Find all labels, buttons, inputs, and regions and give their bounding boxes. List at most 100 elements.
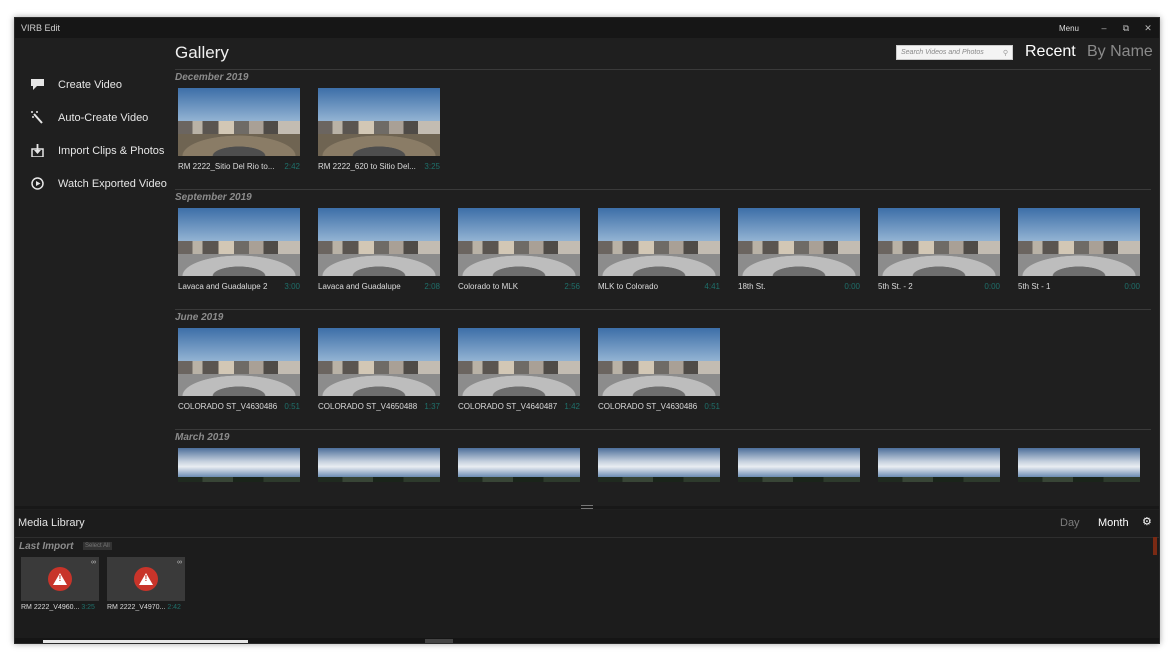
view-month-button[interactable]: Month <box>1098 517 1129 529</box>
import-icon <box>29 143 45 159</box>
sidebar-item-auto-create-video[interactable]: Auto-Create Video <box>15 101 173 134</box>
gallery-item[interactable]: Colorado to MLK 2:56 <box>458 208 580 291</box>
section-label: March 2019 <box>175 432 230 443</box>
menu-button[interactable]: Menu <box>1059 24 1079 33</box>
search-placeholder: Search Videos and Photos <box>901 49 984 56</box>
item-name: RM 2222_620 to Sitio Del... <box>318 162 416 171</box>
item-name: MLK to Colorado <box>598 282 659 291</box>
item-duration: 1:37 <box>424 402 440 411</box>
sidebar-item-label: Create Video <box>58 78 123 91</box>
item-name: Lavaca and Guadalupe <box>318 282 401 291</box>
page-title: Gallery <box>175 43 229 62</box>
last-import-label: Last Import <box>19 541 74 552</box>
gallery-item[interactable]: Lavaca and Guadalupe 2:08 <box>318 208 440 291</box>
gallery-item[interactable] <box>878 448 1000 482</box>
warning-icon: ! <box>48 567 72 591</box>
gallery-item[interactable]: Lavaca and Guadalupe 2 3:00 <box>178 208 300 291</box>
gallery-item[interactable] <box>1018 448 1140 482</box>
play-circle-icon <box>29 176 45 192</box>
gallery-item[interactable] <box>318 448 440 482</box>
item-name: 5th St. - 2 <box>878 282 913 291</box>
360-icon: ∞ <box>177 559 182 566</box>
sidebar-item-label: Watch Exported Video <box>58 177 167 190</box>
scroll-thumb[interactable] <box>425 639 453 643</box>
video-thumbnail <box>458 448 580 482</box>
gallery-item[interactable]: MLK to Colorado 4:41 <box>598 208 720 291</box>
sidebar-item-create-video[interactable]: Create Video <box>15 68 173 101</box>
gallery-item[interactable]: RM 2222_Sitio Del Rio to... 2:42 <box>178 88 300 171</box>
item-duration: 0:51 <box>284 402 300 411</box>
media-library-title: Media Library <box>18 517 85 529</box>
item-name: 5th St - 1 <box>1018 282 1051 291</box>
gallery-item[interactable]: COLORADO ST_V4630486 0:51 <box>178 328 300 411</box>
magic-wand-icon <box>29 110 45 126</box>
sidebar-item-import-clips[interactable]: Import Clips & Photos <box>15 134 173 167</box>
gallery-item[interactable] <box>598 448 720 482</box>
item-duration: 0:00 <box>1124 282 1140 291</box>
video-thumbnail <box>318 448 440 482</box>
divider <box>175 69 1151 70</box>
video-thumbnail <box>178 328 300 396</box>
gallery-item[interactable] <box>458 448 580 482</box>
item-name: COLORADO ST_V4630486 <box>178 402 278 411</box>
video-thumbnail <box>178 88 300 156</box>
item-duration: 3:00 <box>284 282 300 291</box>
scroll-track[interactable] <box>43 640 248 643</box>
search-icon[interactable]: ⚲ <box>1003 49 1008 57</box>
media-library-item[interactable]: ! ∞ RM 2222_V4960... 3:25 <box>21 557 99 611</box>
item-duration: 0:00 <box>844 282 860 291</box>
divider <box>175 429 1151 430</box>
video-thumbnail <box>598 448 720 482</box>
sort-by-name-button[interactable]: By Name <box>1087 43 1153 61</box>
gallery-item[interactable]: 5th St. - 2 0:00 <box>878 208 1000 291</box>
app-window: VIRB Edit Menu – ⧉ ✕ Create Video Auto-C… <box>14 17 1160 644</box>
gallery-item[interactable] <box>178 448 300 482</box>
gallery-item[interactable]: 5th St - 1 0:00 <box>1018 208 1140 291</box>
item-duration: 2:42 <box>167 604 181 611</box>
sort-recent-button[interactable]: Recent <box>1025 43 1076 61</box>
gallery-section-december-2019: December 2019 RM 2222_Sitio Del Rio to..… <box>175 72 1151 171</box>
gallery-item[interactable]: COLORADO ST_V4630486 0:51 <box>598 328 720 411</box>
gallery-item[interactable] <box>738 448 860 482</box>
sidebar-item-watch-exported[interactable]: Watch Exported Video <box>15 167 173 200</box>
gallery-section-march-2019: March 2019 <box>175 429 1151 482</box>
item-duration: 1:42 <box>564 402 580 411</box>
item-duration: 0:00 <box>984 282 1000 291</box>
gallery-section-june-2019: June 2019 COLORADO ST_V4630486 0:51 COLOR… <box>175 309 1151 411</box>
media-scrollbar[interactable] <box>1153 537 1157 555</box>
video-thumbnail <box>458 208 580 276</box>
gallery-item[interactable]: COLORADO ST_V4650488 1:37 <box>318 328 440 411</box>
restore-icon[interactable]: ⧉ <box>1115 23 1137 34</box>
select-all-button[interactable]: Select All <box>83 542 112 550</box>
gallery-item[interactable]: RM 2222_620 to Sitio Del... 3:25 <box>318 88 440 171</box>
video-thumbnail <box>598 208 720 276</box>
gallery-item[interactable]: 18th St. 0:00 <box>738 208 860 291</box>
item-duration: 3:25 <box>81 604 95 611</box>
video-thumbnail <box>738 208 860 276</box>
gallery-item[interactable]: COLORADO ST_V4640487 1:42 <box>458 328 580 411</box>
sidebar: Create Video Auto-Create Video Import Cl… <box>15 38 173 508</box>
video-thumbnail <box>878 208 1000 276</box>
item-name: RM 2222_Sitio Del Rio to... <box>178 162 275 171</box>
view-day-button[interactable]: Day <box>1060 517 1080 529</box>
section-label: December 2019 <box>175 72 249 83</box>
close-icon[interactable]: ✕ <box>1137 23 1159 34</box>
gallery-section-september-2019: September 2019 Lavaca and Guadalupe 2 3:0… <box>175 189 1151 291</box>
media-library-panel: Media Library Day Month ⚙ Last Import Se… <box>15 510 1159 638</box>
title-bar: VIRB Edit Menu – ⧉ ✕ <box>15 18 1159 38</box>
divider <box>175 309 1151 310</box>
media-library-item[interactable]: ! ∞ RM 2222_V4970... 2:42 <box>107 557 185 611</box>
video-thumbnail <box>458 328 580 396</box>
sidebar-item-label: Import Clips & Photos <box>58 144 165 157</box>
video-thumbnail <box>178 448 300 482</box>
resize-grip-icon[interactable] <box>581 505 593 509</box>
gear-icon[interactable]: ⚙ <box>1142 515 1152 528</box>
minimize-icon[interactable]: – <box>1093 23 1115 33</box>
video-thumbnail <box>318 88 440 156</box>
search-input[interactable]: Search Videos and Photos ⚲ <box>896 45 1013 60</box>
horizontal-scrollbar[interactable] <box>15 638 1159 643</box>
video-thumbnail <box>318 208 440 276</box>
video-thumbnail <box>878 448 1000 482</box>
video-thumbnail <box>738 448 860 482</box>
item-name: 18th St. <box>738 282 766 291</box>
